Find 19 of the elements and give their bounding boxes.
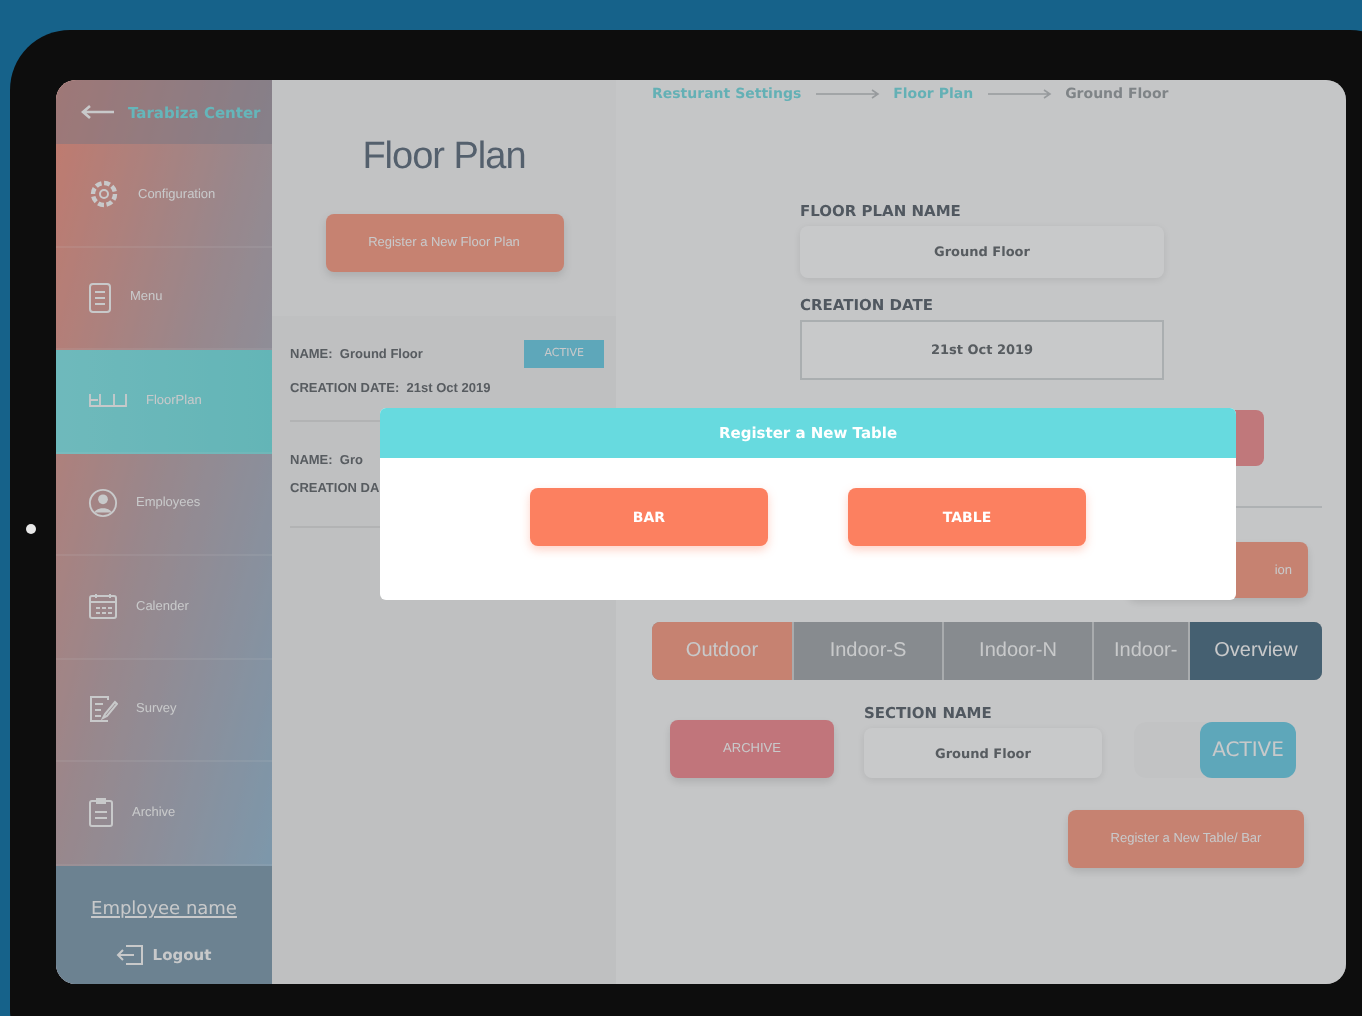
notepad-icon — [88, 281, 112, 314]
clipboard-pen-icon — [88, 694, 118, 725]
gear-icon — [88, 178, 120, 211]
floor-layout-icon — [88, 390, 128, 411]
section-tab[interactable]: Outdoor — [652, 622, 794, 680]
calendar-icon — [88, 592, 118, 621]
arrow-icon — [985, 88, 1054, 100]
employee-name-link[interactable]: Employee name — [91, 899, 237, 920]
camera-dot-icon — [26, 524, 36, 534]
logout-icon[interactable] — [116, 943, 145, 966]
page-title: Floor Plan — [362, 136, 526, 180]
section-tab[interactable]: Indoor-S — [794, 622, 944, 680]
clipboard-icon — [88, 796, 114, 829]
person-icon — [88, 488, 118, 519]
arrow-icon — [813, 88, 882, 100]
overview-button[interactable]: Overview — [1190, 622, 1322, 680]
toggle-knob: ACTIVE — [1200, 722, 1296, 778]
back-arrow-icon[interactable] — [80, 104, 116, 120]
section-tab[interactable]: Indoor-N — [944, 622, 1094, 680]
